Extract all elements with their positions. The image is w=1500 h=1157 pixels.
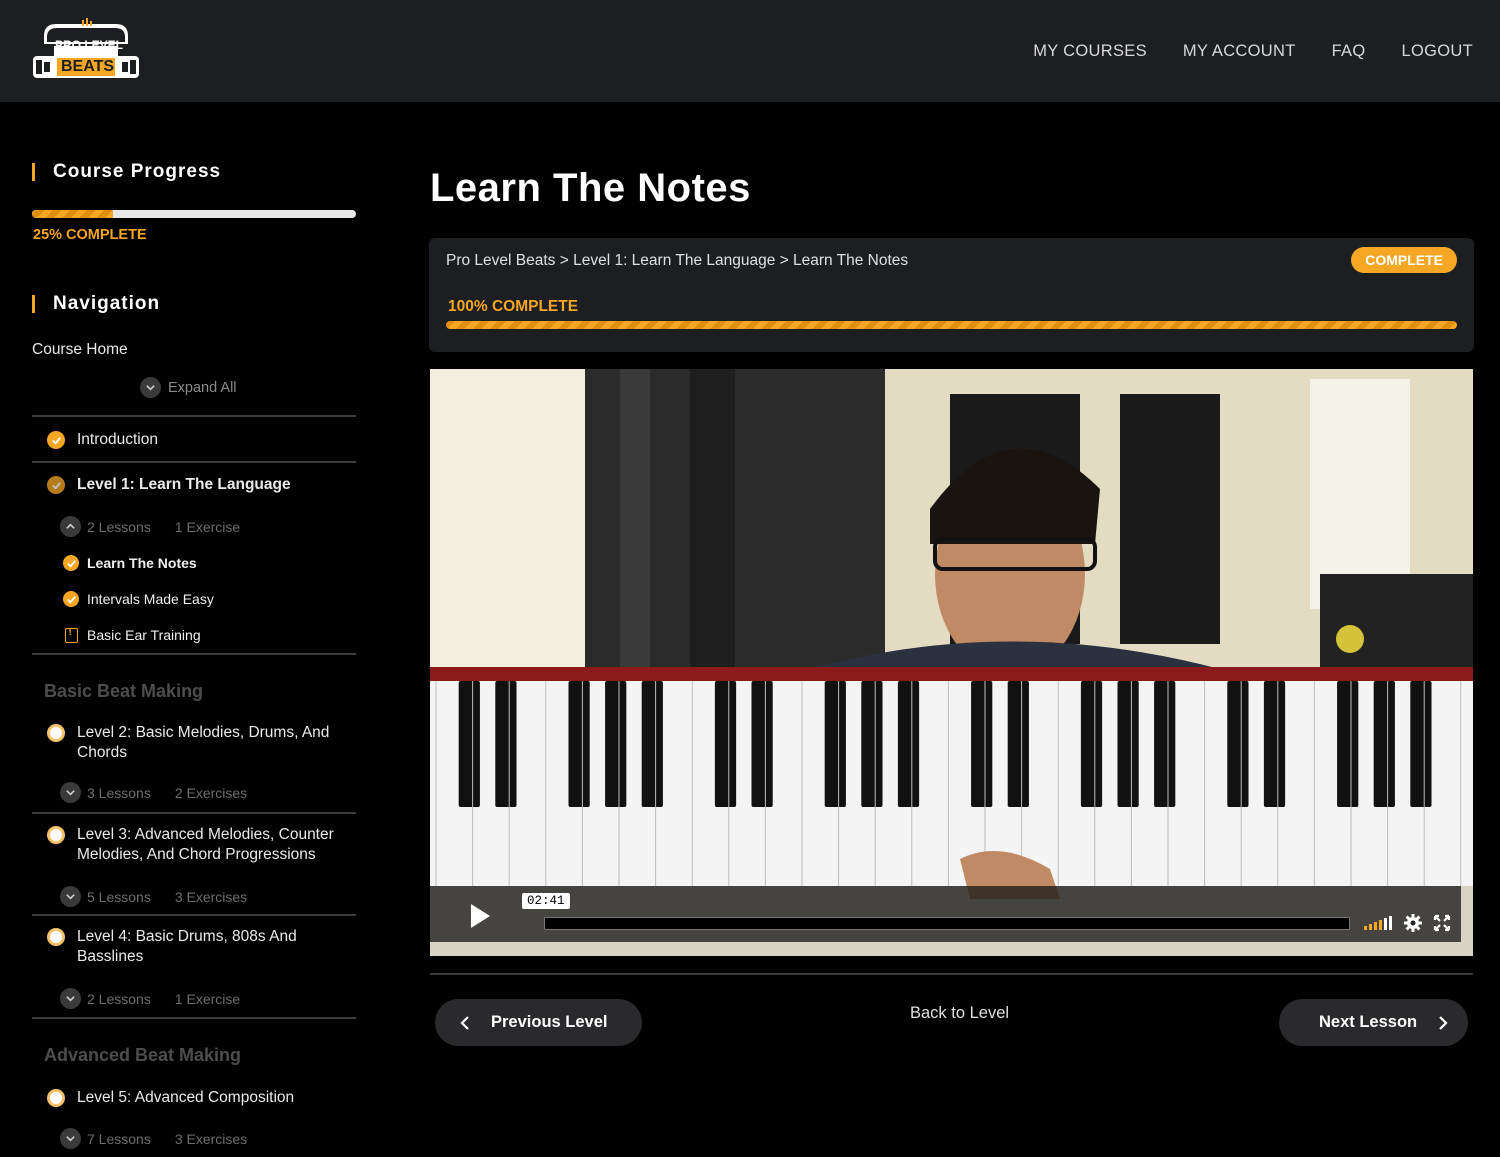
expand-all-button[interactable]: Expand All [140, 377, 237, 398]
level-3-meta[interactable]: 5 Lessons 3 Exercises [60, 886, 247, 907]
navigation-title: Navigation [32, 293, 160, 315]
group-basic-beat-making: Basic Beat Making [44, 681, 204, 701]
chevron-down-icon [140, 377, 161, 398]
course-home-link[interactable]: Course Home [32, 341, 128, 359]
lesson-label: Learn The Notes [87, 555, 197, 571]
level-3-title-line1: Level 3: Advanced Melodies, Counter [77, 826, 334, 843]
video-player[interactable]: 02:41 [430, 369, 1473, 956]
lesson-status-panel: Pro Level Beats > Level 1: Learn The Lan… [429, 238, 1474, 352]
level-2-title-line1: Level 2: Basic Melodies, Drums, And [77, 724, 330, 741]
chevron-right-icon [1439, 1015, 1448, 1030]
course-progress-title: Course Progress [32, 161, 221, 183]
lesson-intervals-made-easy[interactable]: Intervals Made Easy [63, 591, 214, 607]
divider [32, 914, 356, 916]
course-progress-fill [32, 210, 113, 218]
next-lesson-button[interactable]: Next Lesson [1279, 999, 1468, 1046]
nav-my-account[interactable]: MY ACCOUNT [1183, 42, 1296, 61]
level-1-meta[interactable]: 2 Lessons 1 Exercise [60, 516, 240, 537]
level-3-lessons: 5 Lessons [87, 888, 151, 905]
video-frame [430, 369, 1473, 899]
level-2-meta[interactable]: 3 Lessons 2 Exercises [60, 782, 247, 803]
level-4-title-line1: Level 4: Basic Drums, 808s And [77, 928, 297, 945]
main-nav: MY COURSES MY ACCOUNT FAQ LOGOUT [1033, 42, 1473, 61]
sidebar-item-level-4[interactable]: Level 4: Basic Drums, 808s And Basslines [47, 927, 297, 966]
divider [32, 1017, 356, 1019]
chevron-down-icon [60, 1128, 81, 1149]
course-progress-label: 25% COMPLETE [33, 227, 147, 243]
incomplete-circle-icon [47, 724, 65, 742]
exercise-doc-icon [64, 627, 78, 643]
incomplete-circle-icon [47, 928, 65, 946]
incomplete-circle-icon [47, 1089, 65, 1107]
volume-icon[interactable] [1364, 916, 1392, 930]
breadcrumb[interactable]: Pro Level Beats > Level 1: Learn The Lan… [446, 252, 908, 270]
level-4-meta[interactable]: 2 Lessons 1 Exercise [60, 988, 240, 1009]
level-5-lessons: 7 Lessons [87, 1130, 151, 1147]
chevron-down-icon [60, 886, 81, 907]
check-icon [47, 476, 65, 494]
lesson-progress-label: 100% COMPLETE [448, 298, 579, 315]
level-3-title-line2: Melodies, And Chord Progressions [77, 845, 316, 863]
video-scrubber[interactable] [544, 917, 1350, 930]
exercise-label: Basic Ear Training [87, 627, 201, 643]
level-2-title-line2: Chords [77, 743, 127, 761]
top-header: PRO LEVEL BEATS MY COURSES MY ACCOUNT FA… [0, 0, 1500, 102]
check-icon [47, 431, 65, 449]
check-icon [63, 591, 79, 607]
level-4-lessons: 2 Lessons [87, 990, 151, 1007]
chevron-down-icon [60, 988, 81, 1009]
chevron-left-icon [460, 1015, 469, 1030]
logo-text-top: PRO LEVEL [55, 38, 124, 52]
logo-text-bottom: BEATS [61, 58, 115, 75]
lesson-label: Intervals Made Easy [87, 591, 214, 607]
nav-logout[interactable]: LOGOUT [1402, 42, 1473, 61]
incomplete-circle-icon [47, 826, 65, 844]
level-3-exercises: 3 Exercises [174, 888, 248, 905]
chevron-up-icon [60, 516, 81, 537]
play-icon[interactable] [460, 898, 496, 934]
nav-my-courses[interactable]: MY COURSES [1033, 42, 1147, 61]
sidebar-item-level-3[interactable]: Level 3: Advanced Melodies, Counter Melod… [47, 825, 334, 864]
sidebar-item-level-2[interactable]: Level 2: Basic Melodies, Drums, And Chord… [47, 723, 329, 762]
status-badge[interactable]: COMPLETE [1351, 247, 1457, 273]
level-1-title: Level 1: Learn The Language [77, 476, 291, 493]
divider [32, 812, 356, 814]
lesson-progress-bar [446, 321, 1457, 329]
chevron-down-icon [60, 782, 81, 803]
introduction-label: Introduction [77, 431, 158, 448]
level-2-exercises: 2 Exercises [174, 784, 248, 801]
fullscreen-icon[interactable] [1433, 914, 1451, 932]
video-time: 02:41 [522, 893, 570, 909]
check-icon [63, 555, 79, 571]
divider [32, 415, 356, 417]
level-5-meta[interactable]: 7 Lessons 3 Exercises [60, 1128, 247, 1149]
exercise-basic-ear-training[interactable]: Basic Ear Training [63, 627, 201, 643]
divider [32, 653, 356, 655]
previous-level-label: Previous Level [491, 1013, 608, 1031]
sidebar-item-level-1[interactable]: Level 1: Learn The Language [47, 475, 291, 495]
level-1-lessons: 2 Lessons [87, 518, 151, 535]
divider [430, 973, 1473, 975]
expand-all-label: Expand All [168, 379, 237, 396]
lesson-learn-the-notes[interactable]: Learn The Notes [63, 555, 197, 571]
level-5-exercises: 3 Exercises [174, 1130, 248, 1147]
sidebar-item-introduction[interactable]: Introduction [47, 430, 158, 450]
nav-faq[interactable]: FAQ [1332, 42, 1366, 61]
back-to-level-link[interactable]: Back to Level [910, 1004, 1009, 1023]
level-4-title-line2: Basslines [77, 947, 144, 965]
next-lesson-label: Next Lesson [1319, 1013, 1418, 1031]
level-4-exercises: 1 Exercise [174, 990, 241, 1007]
level-5-title: Level 5: Advanced Composition [77, 1089, 295, 1106]
group-advanced-beat-making: Advanced Beat Making [44, 1045, 242, 1065]
sidebar-item-level-5[interactable]: Level 5: Advanced Composition [47, 1088, 294, 1108]
video-controls: 02:41 [430, 886, 1461, 942]
course-progress-bar [32, 210, 356, 218]
page-title: Learn The Notes [430, 166, 751, 210]
level-1-exercises: 1 Exercise [174, 518, 241, 535]
divider [32, 461, 356, 463]
lesson-progress-fill [446, 321, 1457, 329]
gear-icon[interactable] [1403, 913, 1423, 933]
previous-level-button[interactable]: Previous Level [435, 999, 642, 1046]
level-2-lessons: 3 Lessons [87, 784, 151, 801]
